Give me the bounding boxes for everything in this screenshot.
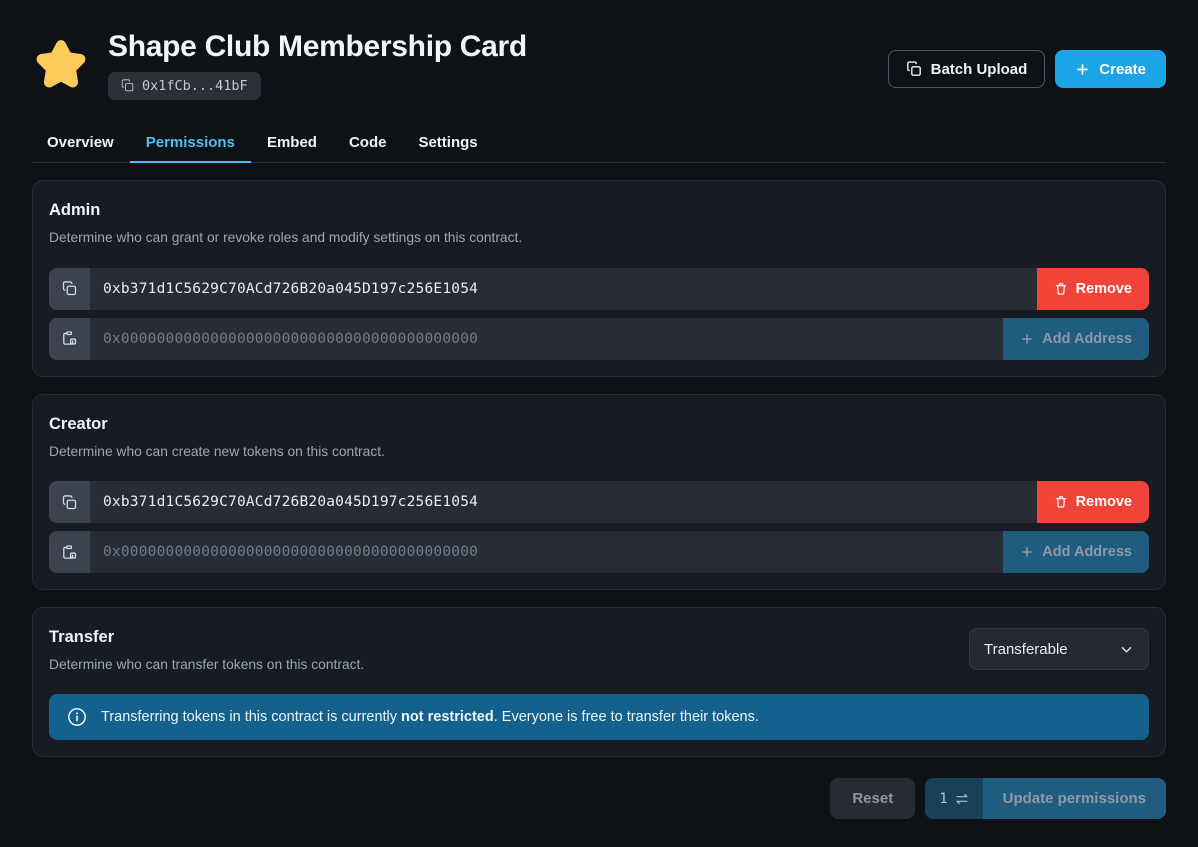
creator-address-value[interactable]: 0xb371d1C5629C70ACd726B20a045D197c256E10…	[90, 481, 1037, 523]
copy-icon	[121, 79, 134, 92]
transfer-mode-select[interactable]: Transferable	[969, 628, 1149, 670]
transfer-section-card: Transfer Determine who can transfer toke…	[32, 607, 1166, 757]
copy-icon	[62, 495, 77, 510]
creator-paste-address-button[interactable]	[49, 531, 90, 573]
admin-remove-label: Remove	[1076, 281, 1132, 297]
admin-description: Determine who can grant or revoke roles …	[49, 229, 1149, 247]
tab-overview[interactable]: Overview	[32, 135, 130, 163]
transfer-text-block: Transfer Determine who can transfer toke…	[49, 628, 364, 674]
creator-copy-address-button[interactable]	[49, 481, 90, 523]
admin-address-value[interactable]: 0xb371d1C5629C70ACd726B20a045D197c256E10…	[90, 268, 1037, 310]
creator-new-address-input[interactable]: 0x00000000000000000000000000000000000000…	[90, 531, 1003, 573]
admin-title: Admin	[49, 201, 1149, 221]
admin-remove-button[interactable]: Remove	[1037, 268, 1149, 310]
admin-add-address-button[interactable]: Add Address	[1003, 318, 1149, 360]
update-permissions-button[interactable]: Update permissions	[983, 778, 1166, 819]
batch-upload-label: Batch Upload	[931, 61, 1028, 78]
admin-address-row-new: 0x00000000000000000000000000000000000000…	[49, 318, 1149, 360]
page-title: Shape Club Membership Card	[108, 30, 527, 64]
batch-upload-button[interactable]: Batch Upload	[888, 50, 1046, 88]
paste-icon	[62, 331, 77, 346]
contract-address-badge[interactable]: 0x1fCb...41bF	[108, 72, 261, 100]
creator-description: Determine who can create new tokens on t…	[49, 443, 1149, 461]
transfer-info-text: Transferring tokens in this contract is …	[101, 709, 759, 725]
tab-settings[interactable]: Settings	[402, 135, 493, 163]
creator-add-address-label: Add Address	[1042, 544, 1132, 560]
plus-icon	[1075, 62, 1090, 77]
transfer-header-row: Transfer Determine who can transfer toke…	[49, 628, 1149, 674]
creator-address-rows: 0xb371d1C5629C70ACd726B20a045D197c256E10…	[49, 481, 1149, 573]
trash-icon	[1054, 282, 1068, 296]
contract-address-text: 0x1fCb...41bF	[142, 78, 248, 94]
admin-new-address-input[interactable]: 0x00000000000000000000000000000000000000…	[90, 318, 1003, 360]
trash-icon	[1054, 495, 1068, 509]
star-icon	[32, 36, 90, 94]
info-circle-icon	[67, 707, 87, 727]
plus-icon	[1020, 332, 1034, 346]
creator-remove-button[interactable]: Remove	[1037, 481, 1149, 523]
tab-permissions[interactable]: Permissions	[130, 135, 251, 163]
transfer-mode-value: Transferable	[984, 641, 1068, 658]
tab-bar: Overview Permissions Embed Code Settings	[32, 126, 1166, 163]
transfer-description: Determine who can transfer tokens on thi…	[49, 656, 364, 674]
creator-address-row-existing: 0xb371d1C5629C70ACd726B20a045D197c256E10…	[49, 481, 1149, 523]
transfer-info-banner: Transferring tokens in this contract is …	[49, 694, 1149, 740]
page-header: Shape Club Membership Card 0x1fCb...41bF…	[32, 0, 1166, 112]
transfer-info-text-before: Transferring tokens in this contract is …	[101, 709, 401, 725]
transfer-info-text-bold: not restricted	[401, 709, 494, 725]
plus-icon	[1020, 545, 1034, 559]
creator-title: Creator	[49, 415, 1149, 435]
copy-icon	[62, 281, 77, 296]
admin-copy-address-button[interactable]	[49, 268, 90, 310]
copy-stack-icon	[906, 61, 922, 77]
transfer-info-text-after: . Everyone is free to transfer their tok…	[494, 709, 759, 725]
create-label: Create	[1099, 61, 1146, 78]
transfer-title: Transfer	[49, 628, 364, 648]
transaction-count-button[interactable]: 1	[925, 778, 982, 819]
update-permissions-split-button: 1 Update permissions	[925, 778, 1166, 819]
contract-brand: Shape Club Membership Card 0x1fCb...41bF	[32, 28, 888, 100]
transaction-count-value: 1	[939, 791, 947, 807]
swap-arrows-icon	[955, 792, 969, 806]
admin-add-address-label: Add Address	[1042, 331, 1132, 347]
paste-icon	[62, 545, 77, 560]
creator-address-row-new: 0x00000000000000000000000000000000000000…	[49, 531, 1149, 573]
tab-embed[interactable]: Embed	[251, 135, 333, 163]
create-button[interactable]: Create	[1055, 50, 1166, 88]
header-actions: Batch Upload Create	[888, 28, 1166, 88]
admin-paste-address-button[interactable]	[49, 318, 90, 360]
admin-address-row-existing: 0xb371d1C5629C70ACd726B20a045D197c256E10…	[49, 268, 1149, 310]
form-footer: Reset 1 Update permissions	[32, 778, 1166, 819]
tab-code[interactable]: Code	[333, 135, 403, 163]
creator-add-address-button[interactable]: Add Address	[1003, 531, 1149, 573]
chevron-down-icon	[1119, 642, 1134, 657]
permissions-page: Shape Club Membership Card 0x1fCb...41bF…	[0, 0, 1198, 847]
creator-section-card: Creator Determine who can create new tok…	[32, 394, 1166, 591]
reset-button[interactable]: Reset	[830, 778, 915, 819]
admin-section-card: Admin Determine who can grant or revoke …	[32, 180, 1166, 377]
admin-address-rows: 0xb371d1C5629C70ACd726B20a045D197c256E10…	[49, 268, 1149, 360]
creator-remove-label: Remove	[1076, 494, 1132, 510]
